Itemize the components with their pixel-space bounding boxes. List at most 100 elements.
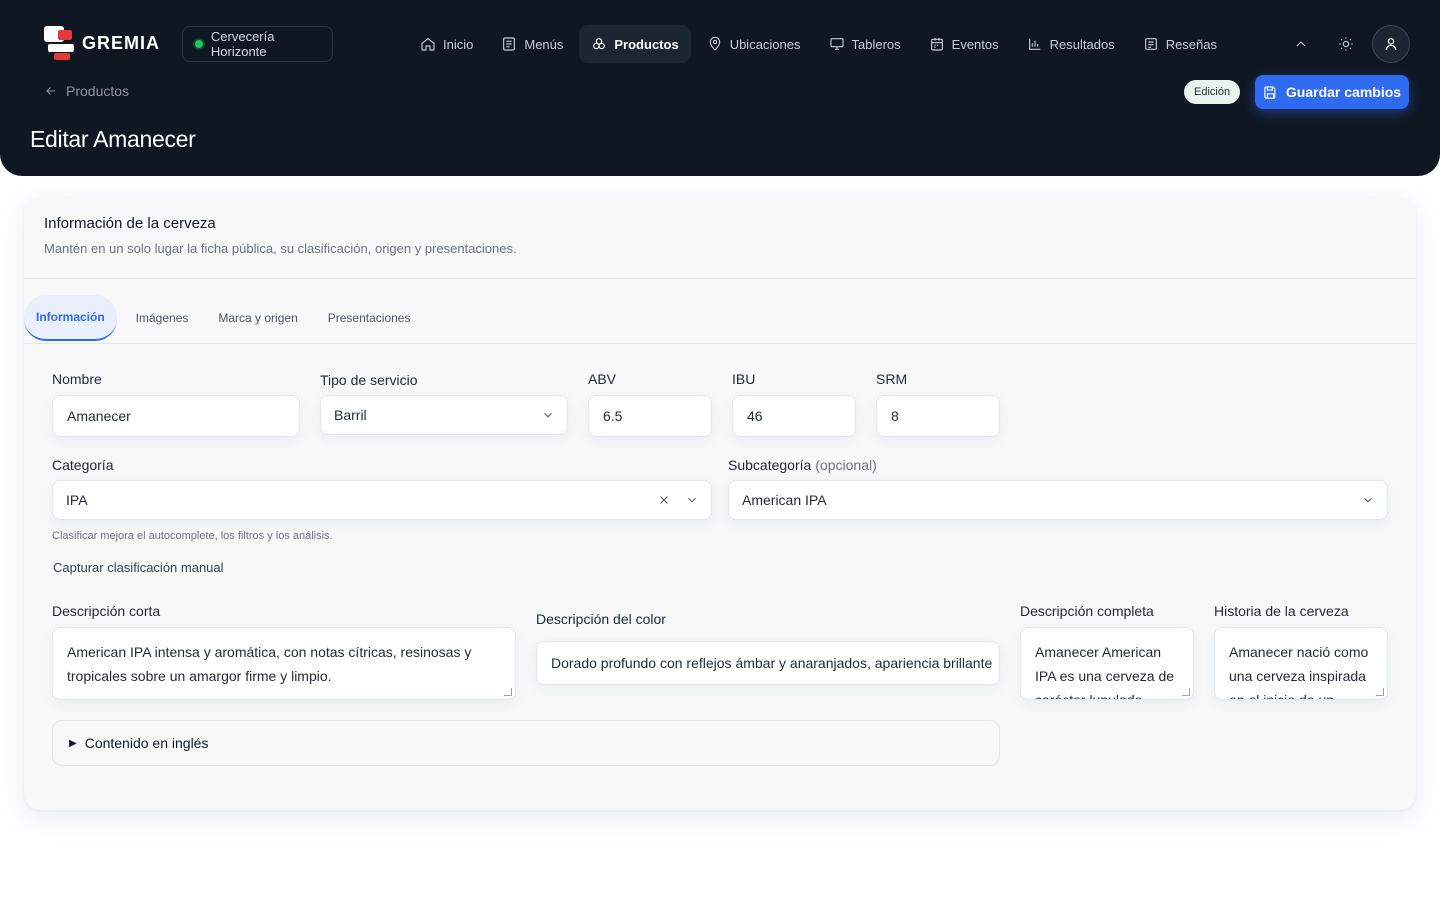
nombre-input[interactable]: Amanecer — [52, 395, 300, 437]
monitor-icon — [829, 38, 844, 50]
chevron-down-icon — [544, 412, 552, 418]
card-title: Información de la cerveza — [44, 215, 216, 232]
nav-item-label: Resultados — [1049, 36, 1115, 52]
english-content-toggle[interactable]: ▶ Contenido en inglés — [52, 720, 1000, 766]
nav-item-eventos[interactable]: Eventos — [917, 25, 1011, 63]
descripcion-completa-value: Amanecer American IPA es una cerveza de … — [1035, 644, 1175, 700]
ibu-value: 46 — [747, 408, 763, 424]
categoria-select[interactable]: IPA — [52, 480, 712, 520]
menu-list-icon — [503, 37, 516, 51]
save-disk-icon — [1264, 85, 1276, 99]
abv-value: 6.5 — [603, 408, 623, 424]
historia-textarea[interactable]: Amanecer nació como una cerveza inspirad… — [1214, 627, 1388, 700]
nav-item-resenas[interactable]: Reseñas — [1131, 25, 1229, 63]
resize-handle-icon[interactable] — [1376, 688, 1384, 696]
english-content-label: Contenido en inglés — [84, 735, 209, 751]
categoria-help-text: Clasificar mejora el autocomplete, los f… — [52, 530, 333, 542]
categoria-label: Categoría — [52, 457, 114, 473]
status-dot-icon — [195, 40, 203, 48]
app-logo[interactable]: GREMIA — [44, 26, 160, 60]
app-header: GREMIA Cervecería Horizonte Inicio Menús… — [0, 0, 1440, 176]
tab-presentaciones[interactable]: Presentaciones — [317, 295, 422, 341]
brewery-selector[interactable]: Cervecería Horizonte — [182, 26, 333, 62]
resize-handle-icon[interactable] — [1182, 688, 1190, 696]
subcategoria-label: Subcategoría (opcional) — [728, 457, 877, 473]
nombre-value: Amanecer — [67, 408, 131, 424]
descripcion-color-input[interactable]: Dorado profundo con reflejos ámbar y ana… — [536, 641, 1000, 685]
ibu-label: IBU — [732, 371, 756, 387]
manual-classification-link[interactable]: Capturar clasificación manual — [53, 560, 224, 575]
nav-item-label: Ubicaciones — [729, 36, 801, 52]
sun-theme-icon[interactable] — [1335, 33, 1357, 55]
srm-input[interactable]: 8 — [876, 395, 1000, 437]
review-icon — [1144, 38, 1157, 50]
nav-item-productos[interactable]: Productos — [579, 25, 691, 63]
mode-badge: Edición — [1184, 80, 1241, 104]
beer-info-card: Información de la cerveza Mantén en un s… — [24, 197, 1416, 810]
srm-value: 8 — [891, 408, 899, 424]
triangle-right-icon: ▶ — [69, 737, 77, 749]
save-changes-button[interactable]: Guardar cambios — [1255, 75, 1409, 109]
descripcion-corta-label: Descripción corta — [52, 603, 161, 619]
brewery-name: Cervecería Horizonte — [210, 29, 275, 59]
descripcion-completa-label: Descripción completa — [1020, 603, 1154, 619]
tab-informacion[interactable]: Información — [24, 295, 117, 341]
descripcion-corta-value: American IPA intensa y aromática, con no… — [67, 644, 472, 684]
nav-item-label: Inicio — [443, 36, 474, 52]
abv-label: ABV — [588, 371, 617, 387]
divider — [24, 278, 1416, 279]
back-link-label: Productos — [66, 83, 130, 99]
nav-item-resultados[interactable]: Resultados — [1015, 25, 1127, 63]
chevron-down-icon — [1364, 497, 1372, 503]
back-to-products-link[interactable]: Productos — [44, 83, 129, 99]
descripcion-color-label: Descripción del color — [536, 611, 666, 627]
location-pin-icon — [709, 36, 720, 51]
nav-item-tableros[interactable]: Tableros — [817, 25, 913, 63]
divider — [24, 343, 1416, 344]
srm-label: SRM — [876, 371, 908, 387]
chevron-down-icon[interactable] — [685, 493, 699, 507]
logo-text: GREMIA — [82, 32, 160, 53]
optional-hint: (opcional) — [815, 457, 877, 473]
arrow-left-icon — [46, 87, 56, 95]
descripcion-completa-textarea[interactable]: Amanecer American IPA es una cerveza de … — [1020, 627, 1194, 700]
nav-item-menus[interactable]: Menús — [489, 25, 575, 63]
descripcion-color-value: Dorado profundo con reflejos ámbar y ana… — [551, 655, 993, 671]
tab-marca-origen[interactable]: Marca y origen — [207, 295, 308, 341]
abv-input[interactable]: 6.5 — [588, 395, 712, 437]
resize-handle-icon[interactable] — [504, 688, 512, 696]
historia-label: Historia de la cerveza — [1214, 603, 1349, 619]
tipo-servicio-select[interactable]: Barril — [320, 395, 568, 435]
historia-value: Amanecer nació como una cerveza inspirad… — [1229, 644, 1369, 700]
nav-item-label: Menús — [524, 36, 564, 52]
calendar-icon — [930, 38, 943, 51]
home-icon — [421, 37, 435, 51]
nombre-label: Nombre — [52, 371, 102, 387]
tabs: Información Imágenes Marca y origen Pres… — [24, 295, 429, 341]
logo-mark-icon — [44, 26, 76, 60]
subcategoria-label-text: Subcategoría — [728, 457, 812, 473]
nav-item-label: Productos — [614, 36, 679, 52]
subcategoria-value: American IPA — [742, 492, 827, 508]
tipo-servicio-label: Tipo de servicio — [320, 372, 418, 388]
tipo-servicio-value: Barril — [334, 407, 367, 423]
clear-x-icon[interactable] — [657, 493, 671, 507]
categoria-value: IPA — [66, 492, 88, 508]
card-subtitle: Mantén en un solo lugar la ficha pública… — [44, 241, 517, 256]
ibu-input[interactable]: 46 — [732, 395, 856, 437]
save-button-label: Guardar cambios — [1285, 84, 1402, 100]
user-avatar[interactable] — [1372, 25, 1410, 63]
nav-item-label: Reseñas — [1165, 36, 1217, 52]
nav-item-ubicaciones[interactable]: Ubicaciones — [695, 25, 813, 63]
descripcion-corta-textarea[interactable]: American IPA intensa y aromática, con no… — [52, 627, 516, 700]
nav-item-inicio[interactable]: Inicio — [408, 25, 485, 63]
products-icon — [593, 38, 606, 50]
nav-item-label: Eventos — [951, 36, 999, 52]
user-icon — [1385, 38, 1397, 51]
subcategoria-select[interactable]: American IPA — [728, 480, 1388, 520]
bar-chart-icon — [1028, 38, 1040, 50]
chevron-up-icon[interactable] — [1290, 33, 1312, 55]
page-title: Editar Amanecer — [30, 126, 196, 152]
nav-item-label: Tableros — [851, 36, 901, 52]
tab-imagenes[interactable]: Imágenes — [125, 295, 200, 341]
